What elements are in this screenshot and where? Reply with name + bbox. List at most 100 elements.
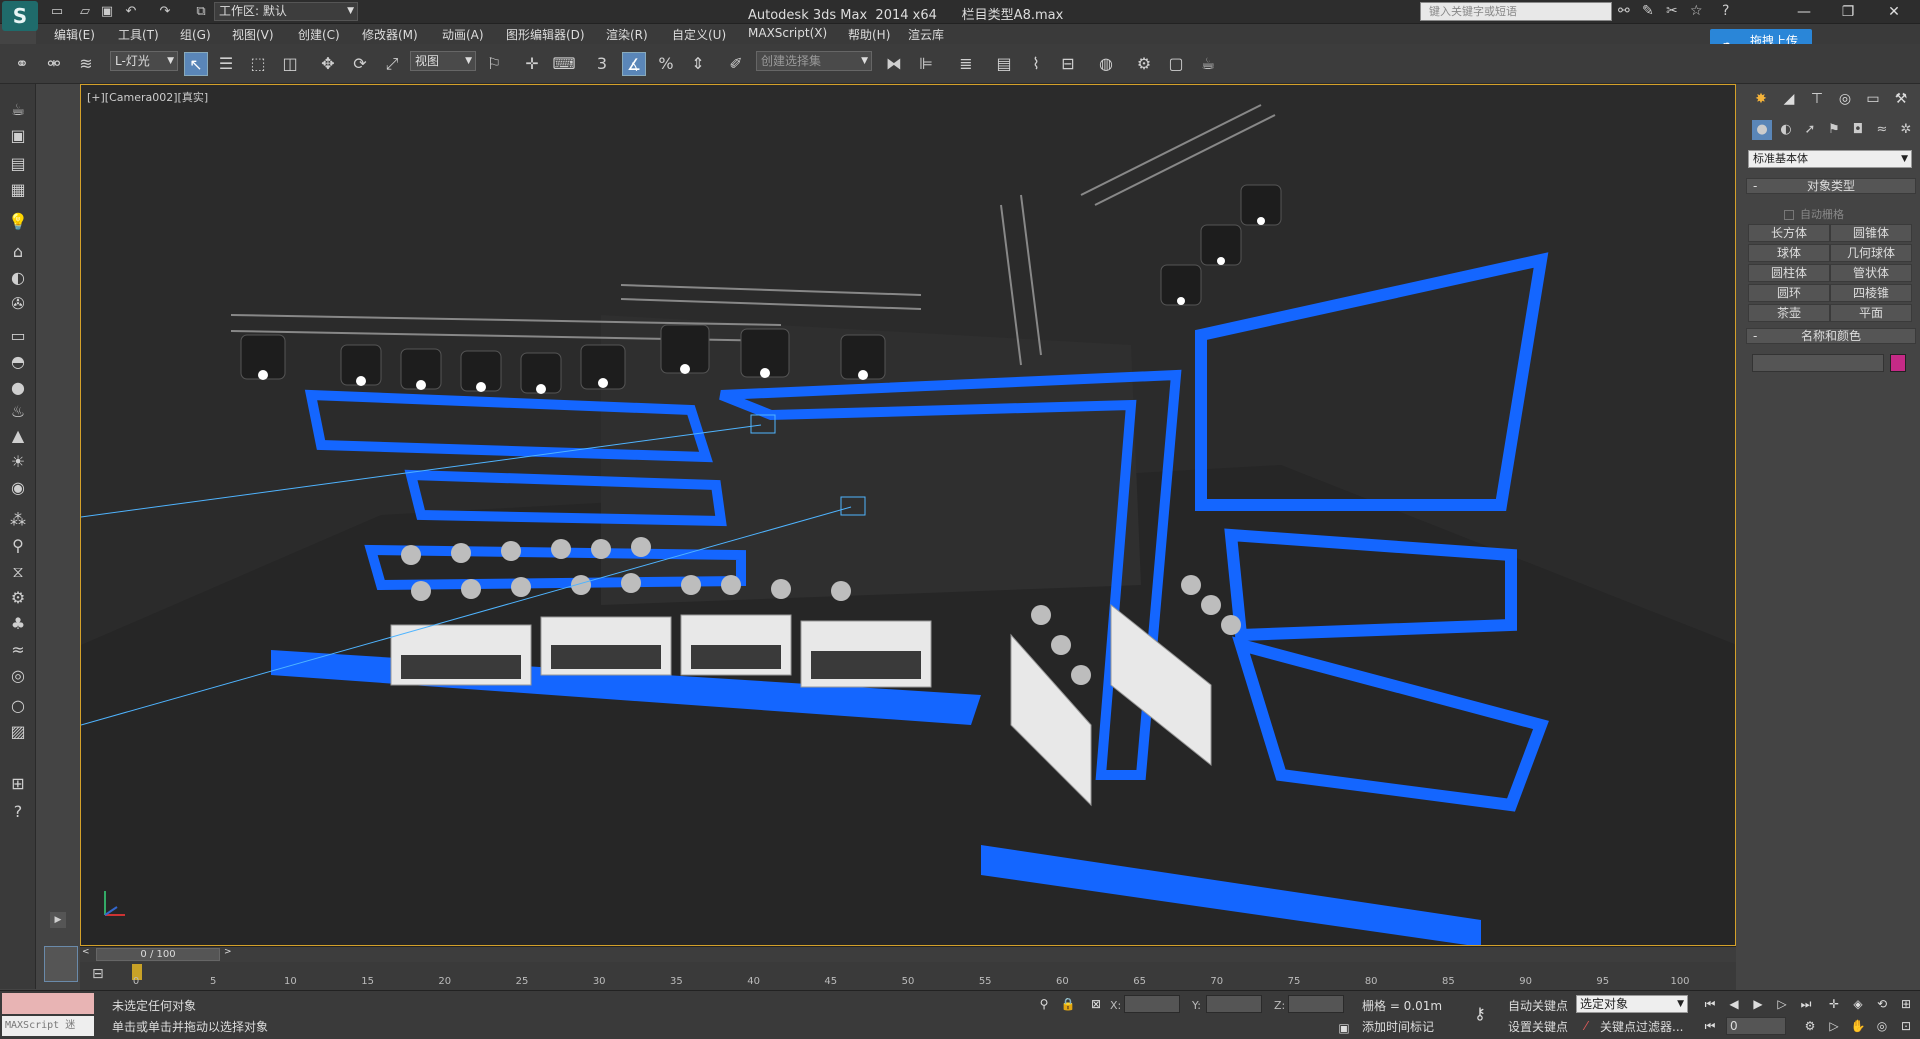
menu-modifiers[interactable]: 修改器(M) [362, 26, 418, 43]
min-max-toggle-icon[interactable]: ⊡ [1896, 1017, 1916, 1035]
helpers-icon[interactable]: ◘ [1848, 120, 1868, 140]
menu-animation[interactable]: 动画(A) [442, 26, 484, 43]
menu-create[interactable]: 创建(C) [298, 26, 340, 43]
play-icon[interactable]: ▶ [1748, 995, 1768, 1013]
field-of-view-icon[interactable]: ▷ [1824, 1017, 1844, 1035]
object-name-field[interactable] [1752, 354, 1884, 372]
camera-icon[interactable]: ⌂ [6, 240, 30, 264]
object-color-swatch[interactable] [1890, 354, 1906, 372]
render-icon[interactable]: ▣ [6, 124, 30, 148]
time-slider[interactable]: < 0 / 100 > [80, 946, 1736, 962]
menu-views[interactable]: 视图(V) [232, 26, 274, 43]
isolate-icon[interactable]: ⚲ [1034, 995, 1054, 1013]
camera-viewport[interactable]: [+][Camera002][真实] [80, 84, 1736, 946]
percent-snap-icon[interactable]: % [654, 52, 678, 76]
subscription-icon[interactable]: ✎ [1642, 3, 1654, 19]
named-selection-set-dropdown[interactable]: 创建选择集 ▼ [756, 51, 872, 71]
align-icon[interactable]: ⊫ [914, 52, 938, 76]
time-slider-thumb[interactable]: 0 / 100 [96, 948, 220, 961]
gear-icon[interactable]: ⚙ [6, 586, 30, 610]
select-manipulate-icon[interactable]: ✛ [520, 52, 544, 76]
edit-named-selection-icon[interactable]: ✐ [724, 52, 748, 76]
zoom-icon[interactable]: ✛ [1824, 995, 1844, 1013]
globe-icon[interactable]: ◎ [6, 664, 30, 688]
favorites-icon[interactable]: ☆ [1690, 3, 1703, 19]
rotate-icon[interactable]: ⟳ [348, 52, 372, 76]
bulb-icon[interactable]: 💡 [6, 210, 30, 234]
motion-tab-icon[interactable]: ◎ [1834, 88, 1856, 110]
z-coordinate-field[interactable] [1288, 995, 1344, 1013]
systems-icon[interactable]: ✲ [1896, 120, 1916, 140]
shapes-icon[interactable]: ◐ [1776, 120, 1796, 140]
x-coordinate-field[interactable] [1124, 995, 1180, 1013]
y-coordinate-field[interactable] [1206, 995, 1262, 1013]
space-warps-icon[interactable]: ≈ [1872, 120, 1892, 140]
plane-icon[interactable]: ▭ [6, 324, 30, 348]
search-input[interactable]: 键入关键字或短语 [1420, 2, 1612, 21]
autogrid-checkbox[interactable]: 自动栅格 [1784, 206, 1844, 222]
cylinder-button[interactable]: 圆柱体 [1748, 264, 1830, 282]
geometry-icon[interactable]: ● [1752, 120, 1772, 140]
name-color-rollout[interactable]: - 名称和颜色 [1746, 328, 1916, 344]
utilities-tab-icon[interactable]: ⚒ [1890, 88, 1912, 110]
viewport-label[interactable]: [+][Camera002][真实] [87, 89, 208, 105]
mirror-icon[interactable]: ⧓ [882, 52, 906, 76]
set-key-button[interactable]: 设置关键点 [1508, 1018, 1568, 1035]
walkthrough-icon[interactable]: ◎ [1872, 1017, 1892, 1035]
link-icon[interactable]: ⚭ [10, 52, 34, 76]
texture-icon[interactable]: ▨ [6, 720, 30, 744]
pan-icon[interactable]: ✋ [1848, 1017, 1868, 1035]
menu-help[interactable]: 帮助(H) [848, 26, 890, 43]
display-tab-icon[interactable]: ▭ [1862, 88, 1884, 110]
binoculars-icon[interactable]: ⚯ [1618, 3, 1630, 19]
cone-icon[interactable]: ▲ [6, 424, 30, 448]
go-to-start-icon[interactable]: ⏮ [1700, 995, 1720, 1013]
lock-icon[interactable]: 🔒 [1058, 995, 1078, 1013]
speaker-icon[interactable]: ◐ [6, 266, 30, 290]
plane-button[interactable]: 平面 [1830, 304, 1912, 322]
object-type-rollout[interactable]: - 对象类型 [1746, 178, 1916, 194]
hemisphere-icon[interactable]: ◓ [6, 350, 30, 374]
prev-frame-icon[interactable]: < [82, 947, 90, 957]
undo-icon[interactable]: ↶ [122, 3, 140, 21]
current-frame-field[interactable]: 0 [1726, 1017, 1786, 1035]
film-icon[interactable]: ✇ [6, 292, 30, 316]
teapot-icon[interactable]: ☕ [6, 98, 30, 122]
auto-key-button[interactable]: 自动关键点 [1508, 997, 1568, 1014]
key-filters-button[interactable]: 关键点过滤器... [1600, 1018, 1683, 1035]
snaps-toggle-icon[interactable]: 3 [590, 52, 614, 76]
teapot-small-icon[interactable]: ♨ [6, 400, 30, 424]
project-folder-icon[interactable]: ⧉ [192, 3, 210, 21]
teapot-button[interactable]: 茶壶 [1748, 304, 1830, 322]
window-crossing-icon[interactable]: ◫ [278, 52, 302, 76]
select-by-name-icon[interactable]: ☰ [214, 52, 238, 76]
hair-fur-icon[interactable]: ≈ [6, 638, 30, 662]
curve-editor-icon[interactable]: ⌇ [1024, 52, 1048, 76]
minimize-icon[interactable]: — [1782, 0, 1826, 24]
redo-icon[interactable]: ↷ [156, 3, 174, 21]
new-file-icon[interactable]: ▭ [48, 3, 66, 21]
warp-icon[interactable]: ⧖ [6, 560, 30, 584]
render-production-icon[interactable]: ☕ [1196, 52, 1220, 76]
bone-icon[interactable]: ⚲ [6, 534, 30, 558]
keyboard-shortcut-override-icon[interactable]: ⌨ [552, 52, 576, 76]
rendered-frame-window-icon[interactable]: ▢ [1164, 52, 1188, 76]
orbit-icon[interactable]: ⟲ [1872, 995, 1892, 1013]
bind-space-warp-icon[interactable]: ≋ [74, 52, 98, 76]
selection-filter-dropdown[interactable]: L-灯光 ▼ [110, 51, 178, 71]
scale-icon[interactable]: ⤢ [380, 52, 404, 76]
open-file-icon[interactable]: ▱ [76, 3, 94, 21]
menu-render-library[interactable]: 渲云库 [908, 26, 944, 43]
schematic-view-icon[interactable]: ⊟ [1056, 52, 1080, 76]
spinner-snap-icon[interactable]: ⇕ [686, 52, 710, 76]
zoom-all-icon[interactable]: ◈ [1848, 995, 1868, 1013]
object-category-dropdown[interactable]: 标准基本体 ▼ [1748, 150, 1912, 168]
time-tag-icon[interactable]: ▣ [1334, 1019, 1354, 1037]
absolute-mode-icon[interactable]: ⊠ [1086, 995, 1106, 1013]
menu-group[interactable]: 组(G) [180, 26, 211, 43]
angle-snap-icon[interactable]: ∡ [622, 52, 646, 76]
pivot-center-icon[interactable]: ⚐ [482, 52, 506, 76]
menu-edit[interactable]: 编辑(E) [54, 26, 95, 43]
plant-icon[interactable]: ♣ [6, 612, 30, 636]
key-mode-icon[interactable]: ⏮ [1700, 1017, 1720, 1035]
